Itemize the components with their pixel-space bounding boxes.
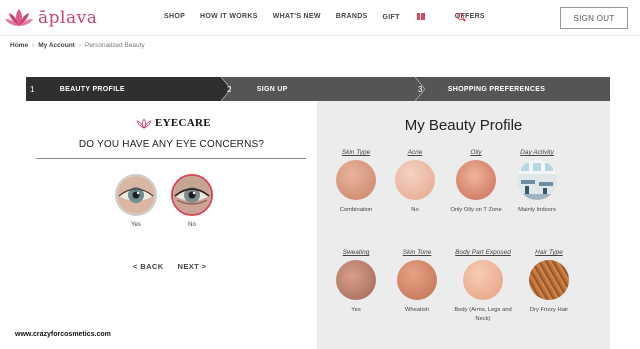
attr-acne: Acne No: [380, 149, 450, 215]
eyecare-title: EYECARE: [155, 117, 211, 129]
breadcrumb-my-account[interactable]: My Account: [38, 42, 75, 49]
eye-image-yes: [115, 174, 157, 216]
step-shopping-preferences[interactable]: 3 SHOPPING PREFERENCES: [416, 77, 610, 101]
progress-steps: 1 BEAUTY PROFILE 2 SIGN UP 3 SHOPPING PR…: [26, 77, 610, 101]
eye-image-no: [171, 174, 213, 216]
nav-whats-new[interactable]: WHAT'S NEW: [273, 13, 321, 21]
attr-value: Only Oily on T Zone: [450, 207, 502, 213]
option-yes[interactable]: Yes: [114, 174, 158, 228]
attr-value: Wheatish: [404, 307, 430, 313]
divider: [36, 158, 306, 159]
eyecare-heading: EYECARE: [136, 117, 211, 129]
brand-name: āplava: [38, 8, 98, 28]
oily-image: [456, 160, 496, 200]
attr-value: Body (Arms, Legs and Neck): [454, 307, 512, 322]
hair-type-image: [529, 260, 569, 300]
step-label: BEAUTY PROFILE: [59, 85, 125, 93]
option-no[interactable]: No: [170, 174, 214, 228]
attr-heading: Oily: [470, 149, 482, 156]
attr-heading: Body Part Exposed: [455, 249, 511, 256]
step-sign-up[interactable]: 2 SIGN UP: [223, 77, 413, 101]
nav-how-it-works[interactable]: HOW IT WORKS: [200, 13, 258, 21]
option-no-label: No: [188, 222, 196, 228]
step-label: SHOPPING PREFERENCES: [447, 85, 546, 93]
eye-yes-icon: [117, 176, 155, 214]
sign-out-button[interactable]: SIGN OUT: [560, 7, 628, 29]
step-beauty-profile[interactable]: 1 BEAUTY PROFILE: [26, 77, 221, 101]
breadcrumb-home[interactable]: Home: [10, 42, 28, 49]
attr-heading: Skin Tone: [402, 249, 432, 256]
attr-sweating: Sweating Yes: [321, 249, 391, 315]
nav-brands[interactable]: BRANDS: [336, 13, 368, 21]
eye-concern-question: DO YOU HAVE ANY EYE CONCERNS?: [78, 139, 265, 150]
step-label: SIGN UP: [256, 85, 288, 93]
brand-logo[interactable]: āplava: [4, 6, 97, 30]
eye-no-icon: [173, 176, 211, 214]
nav-shop[interactable]: SHOP: [164, 13, 185, 21]
step-number: 3: [418, 84, 423, 94]
attr-day-activity: Day Activity Mainly Indoors: [502, 149, 572, 215]
attr-skin-tone: Skin Tone Wheatish: [382, 249, 452, 315]
attr-value: Mainly Indoors: [518, 207, 556, 213]
lotus-logo-icon: [5, 9, 33, 26]
attr-heading: Hair Type: [535, 249, 563, 256]
attr-value: Yes: [351, 307, 361, 313]
attr-oily: Oily Only Oily on T Zone: [441, 149, 511, 215]
question-nav: < BACK NEXT >: [133, 262, 220, 271]
attr-hair-type: Hair Type Dry Frizzy Hair: [514, 249, 584, 315]
attr-body-part-exposed: Body Part Exposed Body (Arms, Legs and N…: [448, 249, 518, 324]
body-part-image: [463, 260, 503, 300]
attr-heading: Day Activity: [520, 149, 554, 156]
nav-gift[interactable]: GIFT: [383, 13, 440, 21]
skin-tone-image: [397, 260, 437, 300]
next-button[interactable]: NEXT >: [178, 262, 207, 271]
search-icon[interactable]: [457, 13, 464, 20]
skin-type-image: [336, 160, 376, 200]
gift-icon: [416, 13, 425, 20]
step-number: 1: [30, 84, 35, 94]
attr-heading: Sweating: [342, 249, 370, 256]
nav-gift-label: GIFT: [382, 14, 400, 21]
day-activity-image: [517, 160, 557, 200]
attr-heading: Acne: [407, 149, 423, 156]
step-number: 2: [227, 84, 232, 94]
main-nav: SHOP HOW IT WORKS WHAT'S NEW BRANDS GIFT…: [164, 13, 500, 21]
lotus-icon: [136, 117, 152, 129]
attr-value: Dry Frizzy Hair: [529, 307, 569, 313]
sweating-image: [336, 260, 376, 300]
breadcrumb: Home › My Account › Personalized Beauty: [10, 42, 145, 49]
breadcrumb-current: Personalized Beauty: [85, 42, 145, 49]
attr-value: No: [411, 207, 419, 213]
breadcrumb-separator: ›: [32, 42, 35, 49]
eyecare-panel: EYECARE DO YOU HAVE ANY EYE CONCERNS? Ye…: [15, 101, 317, 349]
header: āplava SHOP HOW IT WORKS WHAT'S NEW BRAN…: [0, 0, 640, 36]
back-button[interactable]: < BACK: [133, 262, 164, 271]
profile-title: My Beauty Profile: [404, 117, 523, 134]
watermark: www.crazyforcosmetics.com: [15, 331, 111, 338]
beauty-profile-panel: My Beauty Profile Skin Type Combination …: [317, 101, 610, 349]
breadcrumb-separator: ›: [78, 42, 82, 49]
option-yes-label: Yes: [131, 222, 141, 228]
office-icon: [517, 160, 557, 200]
acne-image: [395, 160, 435, 200]
